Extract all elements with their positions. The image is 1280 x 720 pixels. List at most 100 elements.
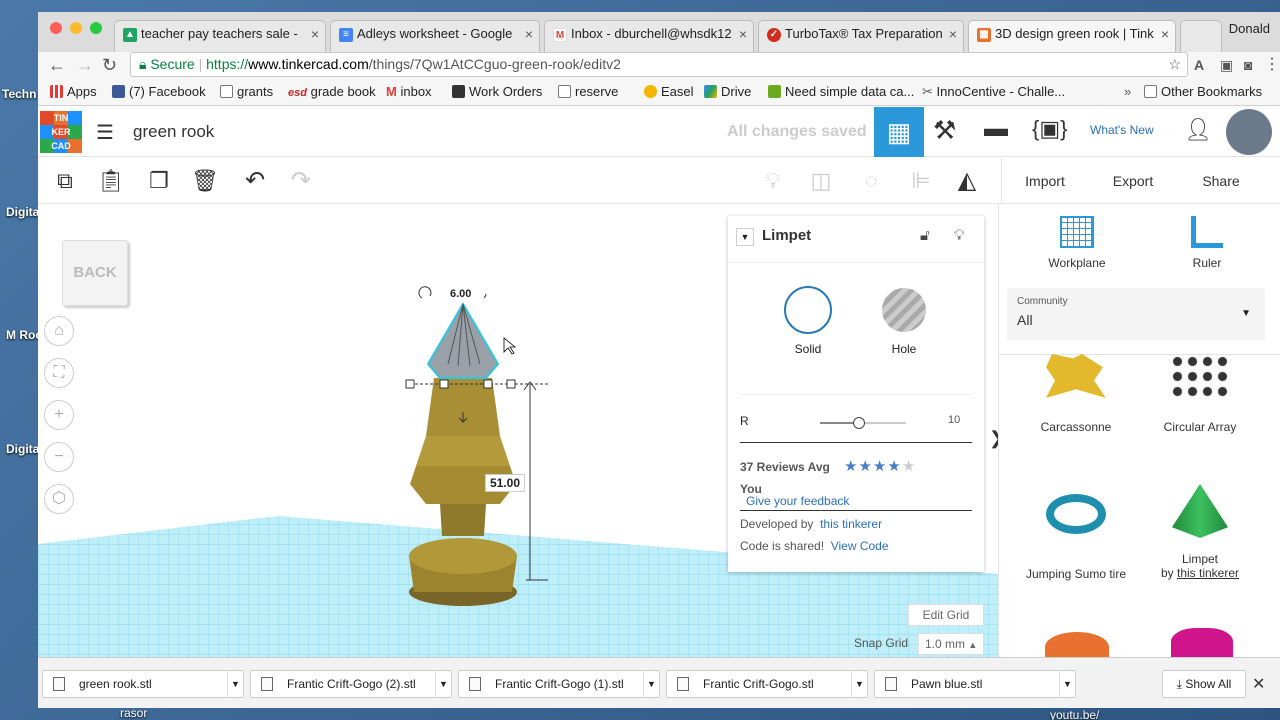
caret-down-icon[interactable]: ▼ (851, 671, 867, 697)
add-user-icon[interactable]: 👤︎ (1184, 117, 1212, 143)
ungroup-icon[interactable]: ◌ (854, 164, 888, 198)
dimension-label-height[interactable]: 51.00 (485, 474, 526, 492)
view-cube[interactable]: BACK (62, 240, 128, 306)
browser-tab[interactable]: ≡ Adleys worksheet - Google × (330, 20, 540, 52)
bookmark-grants[interactable]: grants (220, 78, 273, 106)
perspective-icon[interactable]: ⬡ (44, 484, 74, 514)
star-icon[interactable]: ★ (844, 458, 858, 475)
caret-down-icon[interactable]: ▼ (643, 671, 659, 697)
undo-icon[interactable]: ↶ (238, 164, 272, 198)
redo-icon[interactable]: ↷ (284, 164, 318, 198)
caret-down-icon[interactable]: ▼ (435, 671, 451, 697)
snap-grid-select[interactable]: 1.0 mm ▲ (918, 633, 984, 655)
paste-icon[interactable]: 📋︎ (94, 164, 128, 198)
workplane-tool[interactable]: Workplane (1047, 210, 1107, 270)
extension-icon[interactable]: A (1194, 55, 1204, 75)
zoom-out-icon[interactable]: − (44, 442, 74, 472)
view-code-link[interactable]: View Code (831, 539, 889, 553)
profile-name[interactable]: Donald (1229, 21, 1270, 36)
category-dropdown[interactable]: Community All ▼ (1007, 288, 1265, 340)
download-item[interactable]: green rook.stl ▼ (42, 670, 244, 698)
close-tab-icon[interactable]: × (1161, 21, 1169, 47)
share-button[interactable]: Share (1188, 164, 1254, 198)
library-item[interactable]: Circular Array (1145, 354, 1255, 434)
starfish-shape-icon[interactable] (1045, 632, 1109, 657)
star-icon[interactable]: ★ (902, 458, 916, 475)
browser-tab-active[interactable]: ▦ 3D design green rook | Tink × (968, 20, 1176, 52)
fit-view-icon[interactable]: ⛶ (44, 358, 74, 388)
hole-option[interactable] (882, 288, 926, 332)
download-item[interactable]: Pawn blue.stl ▼ (874, 670, 1076, 698)
download-item[interactable]: Frantic Crift-Gogo (2).stl ▼ (250, 670, 452, 698)
author-link[interactable]: this tinkerer (1177, 566, 1239, 580)
tinkercad-logo[interactable]: TIN KER CAD (40, 111, 82, 153)
design-title[interactable]: green rook (133, 122, 214, 142)
grid-view-icon[interactable]: ▦ (874, 107, 924, 157)
close-tab-icon[interactable]: × (739, 21, 747, 47)
forward-arrow-icon[interactable]: → (76, 55, 94, 75)
3d-viewport[interactable]: 6.00 51.00 BACK ⌂ ⛶ + − ⬡ ▼ Limpet 🔓︎ 💡︎… (38, 204, 998, 657)
library-item[interactable]: Limpet by this tinkerer (1145, 484, 1255, 580)
ruler-tool[interactable]: Ruler (1177, 210, 1237, 270)
zoom-window-button[interactable] (90, 22, 102, 34)
minimize-window-button[interactable] (70, 22, 82, 34)
desktop-icon-label[interactable]: youtu.be/ (1050, 708, 1099, 720)
browser-tab[interactable]: ✓ TurboTax® Tax Preparation × (758, 20, 964, 52)
edit-grid-button[interactable]: Edit Grid (908, 604, 984, 626)
extension-icon[interactable]: ◙ (1244, 55, 1252, 75)
pickaxe-icon[interactable]: ⚒ (933, 115, 956, 146)
home-view-icon[interactable]: ⌂ (44, 316, 74, 346)
desktop-icon-label[interactable]: rasor (120, 706, 147, 720)
collapse-icon[interactable]: ▼ (736, 228, 754, 246)
bookmark-reserve[interactable]: reserve (558, 78, 618, 106)
copy-icon[interactable]: ⧉ (48, 164, 82, 198)
star-icon[interactable]: ★ (858, 458, 872, 475)
bookmark-easel[interactable]: Easel (644, 78, 694, 106)
reload-icon[interactable]: ↻ (102, 55, 117, 75)
library-item[interactable]: Carcassonne (1021, 354, 1131, 434)
bookmark-innocentive[interactable]: ✂ InnoCentive - Challe... (922, 78, 1065, 106)
back-arrow-icon[interactable]: ← (48, 55, 66, 75)
new-tab-button[interactable] (1180, 20, 1222, 52)
bookmark-other[interactable]: Other Bookmarks (1144, 78, 1262, 106)
mirror-icon[interactable]: ◭ (950, 164, 984, 198)
bookmark-apps[interactable]: Apps (50, 78, 97, 106)
caret-down-icon[interactable]: ▼ (227, 671, 243, 697)
download-item[interactable]: Frantic Crift-Gogo.stl ▼ (666, 670, 868, 698)
close-tab-icon[interactable]: × (311, 21, 319, 47)
caret-down-icon[interactable]: ▼ (1059, 671, 1075, 697)
param-slider-knob[interactable] (852, 417, 865, 429)
whats-new-link[interactable]: What's New (1090, 123, 1154, 137)
import-button[interactable]: Import (1012, 164, 1078, 198)
feedback-link[interactable]: Give your feedback (746, 494, 849, 508)
avatar[interactable] (1226, 109, 1272, 155)
close-tab-icon[interactable]: × (949, 21, 957, 47)
solid-option[interactable] (784, 286, 832, 334)
design-list-icon[interactable]: ☰ (96, 120, 114, 145)
browser-tab[interactable]: ▲ teacher pay teachers sale - × (114, 20, 326, 52)
collapse-panel-icon[interactable]: ❯ (989, 428, 998, 449)
duplicate-icon[interactable]: ❐ (142, 164, 176, 198)
bookmark-facebook[interactable]: (7) Facebook (112, 78, 206, 106)
chevron-right-icon[interactable]: » (1124, 78, 1131, 106)
align-icon[interactable]: ⊫ (904, 164, 938, 198)
bookmark-grade-book[interactable]: esd grade book (288, 78, 376, 107)
browser-tab[interactable]: M Inbox - dburchell@whsdk12 × (544, 20, 754, 52)
close-window-button[interactable] (50, 22, 62, 34)
star-icon[interactable]: ★ (873, 458, 887, 475)
star-icon[interactable]: ★ (887, 458, 901, 475)
bookmark-drive[interactable]: Drive (704, 78, 751, 106)
close-shelf-icon[interactable]: ✕ (1252, 674, 1265, 694)
param-value[interactable]: 10 (948, 414, 960, 426)
developer-link[interactable]: this tinkerer (820, 517, 882, 531)
bricks-icon[interactable]: ▬ (984, 115, 1008, 143)
export-button[interactable]: Export (1096, 164, 1170, 198)
group-icon[interactable]: ◫ (804, 164, 838, 198)
lightbulb-icon[interactable]: 💡︎ (756, 164, 790, 198)
url-field[interactable]: 🔒︎ Secure | https://www.tinkercad.com/th… (130, 52, 1188, 77)
download-item[interactable]: Frantic Crift-Gogo (1).stl ▼ (458, 670, 660, 698)
library-item[interactable]: Jumping Sumo tire (1021, 494, 1131, 581)
heart-shape-icon[interactable] (1171, 628, 1233, 657)
lightbulb-icon[interactable]: 💡︎ (954, 227, 965, 244)
bookmark-upwork[interactable]: Need simple data ca... (768, 78, 914, 106)
